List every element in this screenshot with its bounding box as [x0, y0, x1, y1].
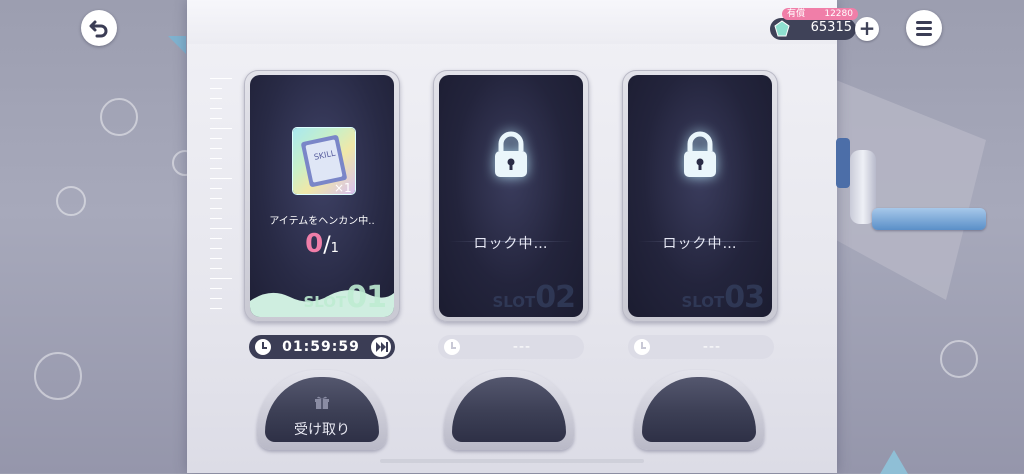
decor-triangle: [880, 450, 908, 474]
paid-currency-badge: 有償 12280: [782, 8, 858, 20]
gauge-tick: [210, 148, 222, 149]
timer-text: ---: [512, 339, 532, 355]
gauge-tick: [210, 248, 222, 249]
currency-total: 65315: [810, 20, 852, 35]
slot-card-03[interactable]: ロック中… SLOT03: [622, 70, 778, 322]
crank-hub: [836, 138, 850, 188]
clock-icon: [634, 339, 650, 355]
button-face: 受け取り: [265, 377, 379, 442]
gauge-tick: [210, 218, 222, 219]
slot-number-label: SLOT01: [303, 280, 387, 315]
undo-arrow-icon: [89, 20, 108, 38]
gauge-tick: [210, 158, 222, 159]
progress-max: 1: [330, 241, 339, 256]
button-face: [452, 377, 566, 442]
slot-number: 01: [346, 280, 387, 315]
timer-text: ---: [702, 339, 722, 355]
gauge-tick: [210, 188, 222, 189]
gauge-tick: [210, 298, 222, 299]
clock-icon: [255, 339, 271, 355]
gauge-tick: [210, 108, 222, 109]
back-button[interactable]: [81, 10, 117, 46]
timer-text: 01:59:59: [282, 339, 360, 355]
decor-ring: [940, 340, 978, 378]
slot-number-label: SLOT03: [681, 280, 765, 315]
decor-ring: [34, 352, 82, 400]
gauge-tick: [210, 138, 222, 139]
decor-ring: [56, 186, 86, 216]
slot-number-label: SLOT02: [492, 280, 576, 315]
slot-timer-02: ---: [438, 335, 584, 359]
slot-timer-01: 01:59:59: [249, 335, 395, 359]
gauge-tick: [210, 258, 222, 259]
slot-prefix: SLOT: [303, 293, 347, 311]
gauge-tick: [210, 88, 222, 89]
gauge-tick: [210, 118, 222, 119]
gauge-tick: [210, 268, 222, 269]
slot-prefix: SLOT: [492, 293, 536, 311]
gauge-tick: [210, 238, 222, 239]
button-face: [642, 377, 756, 442]
add-currency-button[interactable]: +: [855, 17, 879, 41]
locked-label: ロック中…: [473, 236, 549, 252]
decor-ring: [100, 98, 138, 136]
converting-status-label: アイテムをヘンカン中..: [269, 216, 375, 227]
gauge-scale: [210, 78, 238, 310]
gauge-tick: [210, 278, 232, 279]
slot-card-02[interactable]: ロック中… SLOT02: [433, 70, 589, 322]
gauge-tick: [210, 228, 232, 229]
item-quantity: ×1: [334, 181, 352, 195]
crank-handle[interactable]: [872, 208, 986, 230]
bottom-rail: [380, 459, 644, 463]
slot-timer-03: ---: [628, 335, 774, 359]
slot-number: 02: [535, 280, 576, 315]
locked-label: ロック中…: [662, 236, 738, 252]
slot-screen: SKILL ×1 アイテムをヘンカン中.. 0/1 SLOT01: [250, 75, 394, 317]
slot-screen: ロック中… SLOT02: [439, 75, 583, 317]
gauge-tick: [210, 178, 232, 179]
crystal-gem-icon: [774, 20, 790, 37]
gauge-tick: [210, 78, 232, 79]
gauge-tick: [210, 208, 222, 209]
slot-screen: ロック中… SLOT03: [628, 75, 772, 317]
paid-amount: 12280: [824, 9, 853, 19]
machine-header: [187, 0, 837, 44]
padlock-icon: [495, 131, 527, 177]
decor-triangle: [168, 36, 186, 54]
conversion-progress: 0/1: [250, 229, 394, 259]
gift-icon: [315, 396, 329, 409]
fast-forward-icon: [376, 342, 388, 352]
menu-button[interactable]: [906, 10, 942, 46]
paid-label: 有償: [787, 9, 806, 19]
slot-prefix: SLOT: [681, 293, 725, 311]
slot-number: 03: [724, 280, 765, 315]
gauge-tick: [210, 288, 222, 289]
fast-forward-button[interactable]: [371, 337, 391, 357]
clock-icon: [444, 339, 460, 355]
receive-label: 受け取り: [294, 422, 350, 438]
hamburger-menu-icon: [916, 21, 932, 36]
progress-current: 0: [305, 229, 324, 259]
slot-card-01[interactable]: SKILL ×1 アイテムをヘンカン中.. 0/1 SLOT01: [244, 70, 400, 322]
gauge-tick: [210, 98, 222, 99]
gauge-tick: [210, 168, 222, 169]
gauge-tick: [210, 308, 222, 309]
gauge-tick: [210, 128, 232, 129]
progress-separator: /: [323, 233, 331, 258]
padlock-icon: [684, 131, 716, 177]
gauge-tick: [210, 198, 222, 199]
